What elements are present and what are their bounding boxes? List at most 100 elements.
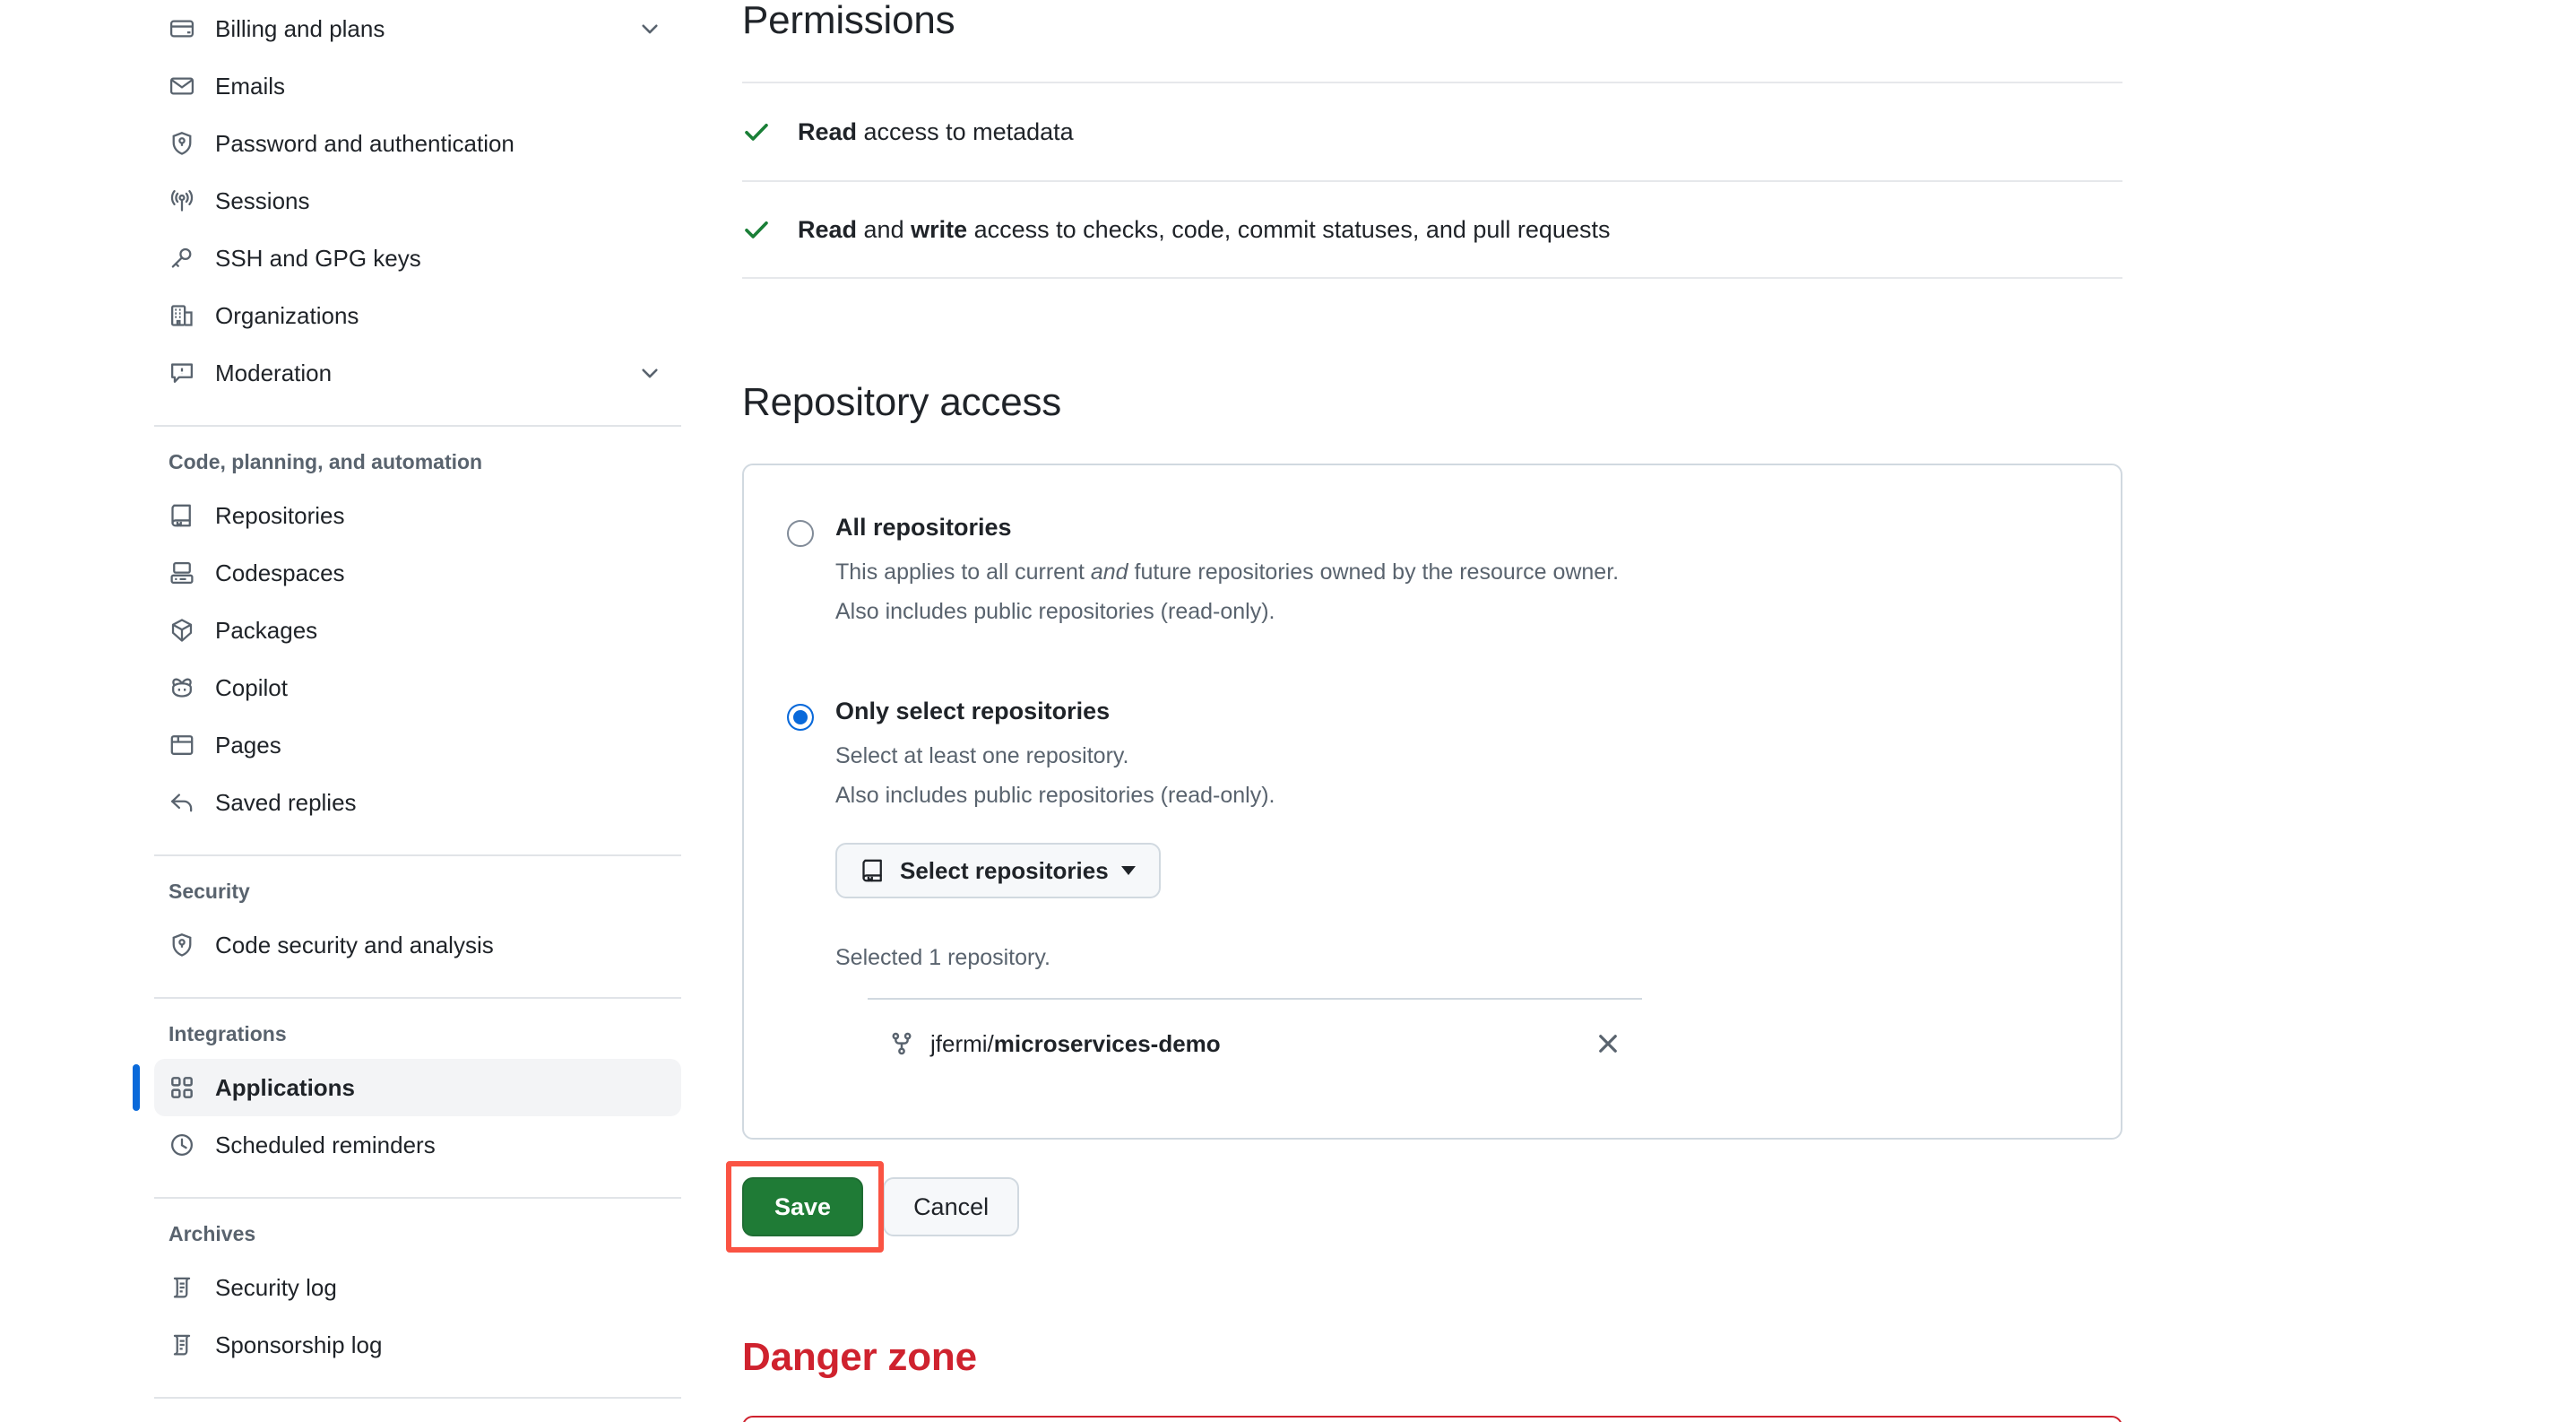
chevron-down-icon[interactable] [638, 361, 661, 385]
repository-name: jfermi/microservices-demo [930, 1030, 1221, 1058]
form-actions: Save Cancel [726, 1161, 2122, 1253]
shield-lock-icon [169, 932, 195, 958]
sidebar-group-integrations: Integrations Applications Scheduled remi… [133, 1022, 681, 1174]
select-repositories-label: Select repositories [900, 856, 1109, 884]
shield-lock-icon [169, 130, 195, 157]
desc-part-b: future repositories owned by the resourc… [1128, 559, 1620, 585]
sidebar-group-code-planning-automation: Code, planning, and automation Repositor… [154, 450, 681, 831]
clock-icon [169, 1132, 195, 1158]
cancel-button[interactable]: Cancel [883, 1177, 1020, 1237]
sidebar-item-label: Organizations [215, 302, 359, 329]
sidebar-item-saved-replies[interactable]: Saved replies [154, 774, 681, 831]
sidebar-item-codespaces[interactable]: Codespaces [154, 544, 681, 602]
sidebar-section-title: Code, planning, and automation [169, 450, 483, 473]
package-icon [169, 617, 195, 644]
sidebar-item-applications[interactable]: Applications [133, 1059, 681, 1116]
sidebar-item-ssh-and-gpg-keys[interactable]: SSH and GPG keys [154, 230, 681, 287]
codespaces-icon [169, 559, 195, 586]
copilot-icon [169, 674, 195, 701]
repo-forked-icon [889, 1031, 914, 1056]
sidebar-item-pages[interactable]: Pages [154, 716, 681, 774]
chevron-down-icon [1120, 866, 1136, 876]
check-icon [742, 215, 778, 244]
permission-row: Read access to metadata [742, 82, 2122, 180]
repo-icon [860, 858, 886, 883]
sidebar-item-label: Emails [215, 73, 286, 100]
sidebar-item-label: Saved replies [215, 789, 357, 816]
chevron-down-icon[interactable] [638, 17, 661, 40]
permissions-list: Read access to metadata Read and write a… [742, 82, 2122, 280]
desc-emphasis: and [1090, 559, 1128, 585]
key-icon [169, 245, 195, 272]
sidebar-item-billing-and-plans[interactable]: Billing and plans [154, 0, 681, 57]
permission-text: Read and write access to checks, code, c… [798, 216, 1610, 244]
sidebar-group-archives: Archives Security log Sponsorship log [154, 1222, 681, 1374]
sidebar-item-organizations[interactable]: Organizations [154, 287, 681, 344]
sidebar-item-label: Scheduled reminders [215, 1132, 436, 1158]
permissions-title: Permissions [742, 0, 955, 42]
sidebar-section-title: Security [169, 880, 250, 903]
radio-label: Only select repositories [835, 697, 1111, 724]
sidebar-item-label: Moderation [215, 360, 333, 386]
sidebar-section-title: Archives [169, 1222, 256, 1245]
sidebar-group-security: Security Code security and analysis [154, 880, 681, 974]
permission-strong-second: write [911, 215, 968, 243]
broadcast-icon [169, 187, 195, 214]
permission-rest: access to checks, code, commit statuses,… [967, 215, 1611, 243]
sidebar-item-label: SSH and GPG keys [215, 245, 421, 272]
radio-label: All repositories [835, 514, 1012, 542]
repository-access-section: Repository access All repositories This … [742, 381, 2122, 1140]
sidebar-item-packages[interactable]: Packages [154, 602, 681, 659]
sidebar-item-label: Pages [215, 732, 281, 759]
permission-strong: Read [798, 117, 858, 145]
browser-icon [169, 732, 195, 759]
selected-repository-count: Selected 1 repository. [835, 945, 1050, 971]
log-icon [169, 1331, 195, 1358]
sidebar-item-sponsorship-log[interactable]: Sponsorship log [154, 1316, 681, 1374]
radio-option-only-select-repositories[interactable]: Only select repositories Select at least… [787, 697, 2078, 1088]
log-icon [169, 1274, 195, 1301]
repository-owner: jfermi/ [930, 1029, 994, 1057]
permission-text: Read access to metadata [798, 118, 1074, 146]
credit-card-icon [169, 15, 195, 42]
sidebar-item-repositories[interactable]: Repositories [154, 487, 681, 544]
permission-strong: Read [798, 215, 858, 243]
select-repositories-button[interactable]: Select repositories [835, 843, 1161, 899]
permission-rest: access to metadata [857, 117, 1074, 145]
sidebar-item-emails[interactable]: Emails [154, 57, 681, 115]
sidebar-divider [154, 997, 681, 999]
sidebar-item-scheduled-reminders[interactable]: Scheduled reminders [154, 1116, 681, 1174]
desc-part-a: This applies to all current [835, 559, 1091, 585]
sidebar-item-label: Packages [215, 617, 318, 644]
danger-zone-card: Suspend your installation This will bloc… [742, 1416, 2122, 1422]
sidebar-item-sessions[interactable]: Sessions [154, 172, 681, 230]
sidebar-item-password-and-authentication[interactable]: Password and authentication [154, 115, 681, 172]
sidebar-group-account: Billing and plans Emails Password and au… [154, 0, 681, 402]
radio-button-all-repositories[interactable] [787, 520, 814, 548]
selected-repository-row: jfermi/microservices-demo [868, 1000, 1642, 1088]
sidebar-divider [154, 1197, 681, 1199]
organization-icon [169, 302, 195, 329]
radio-button-only-select-repositories[interactable] [787, 703, 814, 731]
sidebar-item-label: Repositories [215, 502, 345, 529]
settings-sidebar: Billing and plans Emails Password and au… [0, 0, 681, 1422]
reply-icon [169, 789, 195, 816]
sidebar-item-security-log[interactable]: Security log [154, 1259, 681, 1316]
radio-description-line-2: Also includes public repositories (read-… [835, 782, 1275, 808]
radio-body: Only select repositories Select at least… [835, 697, 2078, 1088]
sidebar-item-label: Sponsorship log [215, 1331, 383, 1358]
apps-grid-icon [169, 1074, 195, 1101]
danger-zone-title: Danger zone [742, 1335, 977, 1380]
close-icon[interactable] [1590, 1026, 1626, 1062]
sidebar-item-copilot[interactable]: Copilot [154, 659, 681, 716]
sidebar-item-label: Sessions [215, 187, 310, 214]
danger-zone-section: Danger zone Suspend your installation Th… [742, 1335, 2122, 1422]
save-button[interactable]: Save [742, 1177, 864, 1237]
sidebar-item-moderation[interactable]: Moderation [154, 344, 681, 402]
mail-icon [169, 73, 195, 100]
radio-option-all-repositories[interactable]: All repositories This applies to all cur… [787, 516, 2078, 628]
sidebar-item-code-security-and-analysis[interactable]: Code security and analysis [154, 916, 681, 974]
sidebar-divider [154, 425, 681, 427]
selected-repository-list: jfermi/microservices-demo [868, 998, 1642, 1088]
radio-description-line-1: This applies to all current and future r… [835, 558, 2078, 588]
